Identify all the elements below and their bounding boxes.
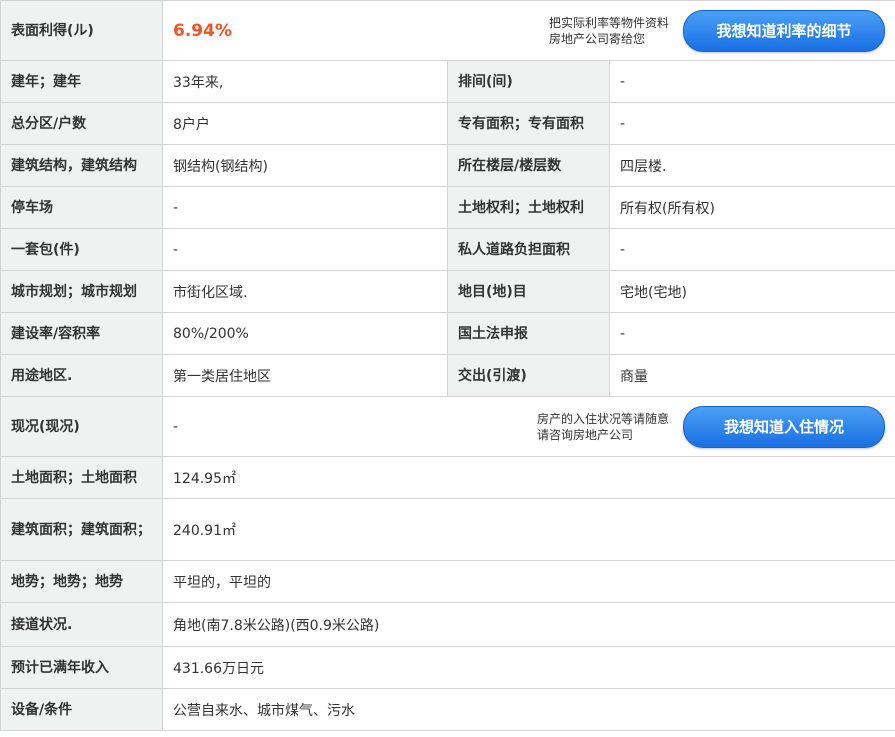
occupancy-cell: - 房产的入住状况等请随意 请咨询房地产公司 我想知道入住情况 [161,396,895,457]
table-row: 城市规划；城市规划 市街化区域. 地目(地)目 宅地(宅地) [0,270,895,313]
yield-detail-button[interactable]: 我想知道利率的细节 [683,9,886,52]
row-value: 所有权(所有权) [608,186,895,229]
table-row: 一套包(件) - 私人道路负担面积 - [0,228,895,271]
row-value: 钢结构(钢结构) [162,144,448,187]
row-value: 80%/200% [162,312,448,355]
occupancy-note-line1: 房产的入住状况等请随意 [537,411,670,426]
row-value: 第一类居住地区 [162,354,448,397]
row-label: 建筑面积；建筑面积； [0,498,163,561]
occupancy-note: 房产的入住状况等请随意 请咨询房地产公司 [537,411,669,443]
occupancy-value: - [173,418,179,435]
row-label: 建年；建年 [0,60,163,103]
row-label: 排间(间) [447,60,610,103]
row-label: 建筑结构，建筑结构 [0,144,163,187]
row-value: 商量 [608,354,895,397]
row-value: - [162,228,448,271]
row-value: 8户户 [162,102,448,145]
row-value: - [162,186,448,229]
yield-value: 6.94% [173,20,232,41]
row-label: 私人道路负担面积 [447,228,610,271]
yield-note-line2: 房地产公司寄给您 [549,31,646,46]
table-row: 停车场 - 土地权利；土地权利 所有权(所有权) [0,186,895,229]
yield-note: 把实际利率等物件资料 房地产公司寄给您 [549,15,669,47]
table-row: 用途地区. 第一类居住地区 交出(引渡) 商量 [0,354,895,397]
row-label: 地势；地势；地势 [0,560,163,603]
yield-cell: 6.94% 把实际利率等物件资料 房地产公司寄给您 我想知道利率的细节 [161,0,895,61]
row-value: - [608,228,895,271]
row-label: 专有面积；专有面积 [447,102,610,145]
row-value: 宅地(宅地) [608,270,895,313]
table-row: 建设率/容积率 80%/200% 国土法申报 - [0,312,895,355]
occupancy-row: 现况(现况) - 房产的入住状况等请随意 请咨询房地产公司 我想知道入住情况 [0,396,895,457]
row-label: 一套包(件) [0,228,163,271]
row-value: 33年来, [162,60,448,103]
row-label: 国土法申报 [447,312,610,355]
table-row: 预计已满年收入 431.66万日元 [0,646,895,689]
row-value: 市街化区域. [162,270,448,313]
table-row: 接道状况. 角地(南7.8米公路)(西0.9米公路) [0,602,895,647]
table-row: 地势；地势；地势 平坦的，平坦的 [0,560,895,603]
row-value: 124.95㎡ [161,456,895,499]
row-value: 240.91㎡ [161,498,895,561]
row-label: 接道状况. [0,602,163,647]
row-label: 地目(地)目 [447,270,610,313]
occupancy-note-line2: 请咨询房地产公司 [537,427,634,442]
occupancy-detail-button[interactable]: 我想知道入住情况 [683,405,886,448]
row-value: - [608,102,895,145]
row-label: 土地权利；土地权利 [447,186,610,229]
yield-note-line1: 把实际利率等物件资料 [549,15,670,30]
row-value: 四层楼. [608,144,895,187]
row-value: - [608,60,895,103]
row-value: 公营自来水、城市煤气、污水 [161,688,895,731]
property-details-table: 表面利得(ル) 6.94% 把实际利率等物件资料 房地产公司寄给您 我想知道利率… [0,0,895,731]
row-value: 角地(南7.8米公路)(西0.9米公路) [161,602,895,647]
row-value: - [608,312,895,355]
row-label: 停车场 [0,186,163,229]
row-label: 所在楼层/楼层数 [447,144,610,187]
yield-label: 表面利得(ル) [0,0,163,61]
row-label: 城市规划；城市规划 [0,270,163,313]
row-label: 预计已满年收入 [0,646,163,689]
row-label: 交出(引渡) [447,354,610,397]
occupancy-label: 现况(现况) [0,396,163,457]
yield-row: 表面利得(ル) 6.94% 把实际利率等物件资料 房地产公司寄给您 我想知道利率… [0,0,895,61]
table-row: 土地面积；土地面积 124.95㎡ [0,456,895,499]
table-row: 建筑结构，建筑结构 钢结构(钢结构) 所在楼层/楼层数 四层楼. [0,144,895,187]
table-row: 建年；建年 33年来, 排间(间) - [0,60,895,103]
row-label: 建设率/容积率 [0,312,163,355]
row-value: 平坦的，平坦的 [161,560,895,603]
row-label: 用途地区. [0,354,163,397]
table-row: 总分区/户数 8户户 专有面积；专有面积 - [0,102,895,145]
table-row: 建筑面积；建筑面积； 240.91㎡ [0,498,895,561]
table-row: 设备/条件 公营自来水、城市煤气、污水 [0,688,895,731]
row-label: 总分区/户数 [0,102,163,145]
row-label: 设备/条件 [0,688,163,731]
row-label: 土地面积；土地面积 [0,456,163,499]
row-value: 431.66万日元 [161,646,895,689]
